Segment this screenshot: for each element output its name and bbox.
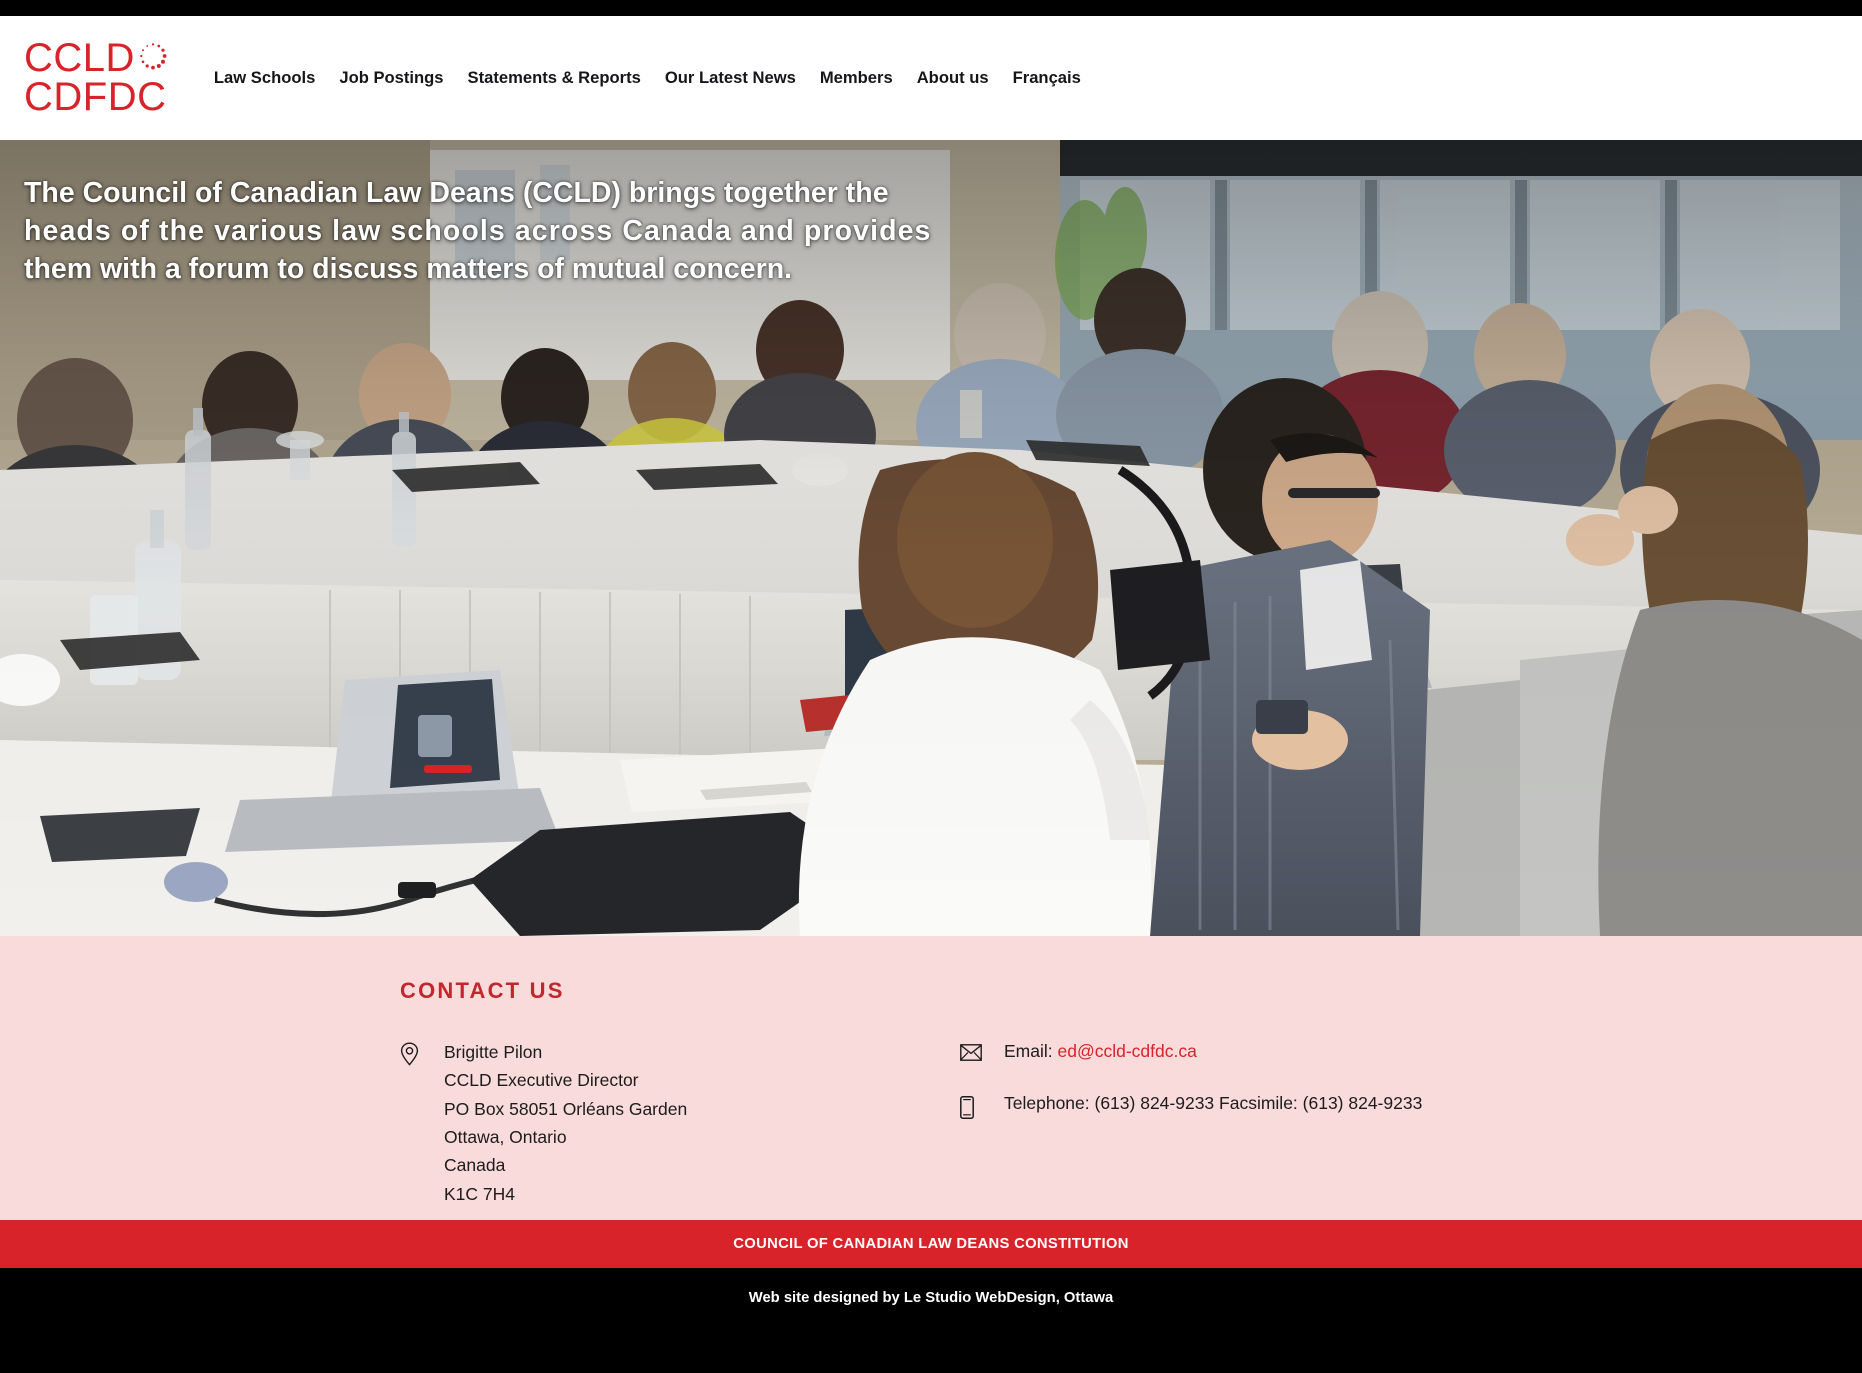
hero-headline-line1: The Council of Canadian Law Deans (CCLD)…	[24, 177, 889, 209]
address-line-1: Brigitte Pilon	[444, 1042, 543, 1062]
contact-address-block: Brigitte Pilon CCLD Executive Director P…	[400, 1038, 960, 1208]
email-row: Email: ed@ccld-cdfdc.ca	[960, 1040, 1422, 1066]
page-root: CCLD CDFDC Law Schools Job Postings Stat…	[0, 0, 1862, 1373]
nav-item-about-us[interactable]: About us	[905, 62, 1001, 94]
mobile-phone-icon	[960, 1092, 982, 1124]
contact-inner: CONTACT US Brigitte Pilon CCLD Executive…	[0, 936, 1862, 1208]
logo-top-row: CCLD	[24, 35, 168, 80]
contact-title: CONTACT US	[400, 978, 565, 1003]
site-header: CCLD CDFDC Law Schools Job Postings Stat…	[0, 16, 1862, 140]
email-label: Email:	[1004, 1041, 1053, 1061]
address-line-6: K1C 7H4	[444, 1183, 516, 1204]
logo-text-cdfdc: CDFDC	[24, 75, 167, 119]
nav-item-job-postings[interactable]: Job Postings	[327, 62, 455, 94]
main-navigation: Law Schools Job Postings Statements & Re…	[202, 62, 1093, 94]
contact-section: CONTACT US Brigitte Pilon CCLD Executive…	[0, 936, 1862, 1220]
telephone-text: Telephone: (613) 824-9233 Facsimile: (61…	[1004, 1093, 1423, 1113]
address-lines: Brigitte Pilon CCLD Executive Director P…	[444, 1038, 687, 1208]
email-link[interactable]: ed@ccld-cdfdc.ca	[1058, 1041, 1197, 1061]
logo-text-ccld: CCLD	[24, 35, 135, 80]
nav-item-our-latest-news[interactable]: Our Latest News	[653, 62, 808, 94]
nav-item-statements-reports[interactable]: Statements & Reports	[456, 62, 653, 94]
hero-headline: The Council of Canadian Law Deans (CCLD)…	[24, 174, 1054, 289]
map-pin-icon	[400, 1038, 422, 1208]
constitution-link[interactable]: COUNCIL OF CANADIAN LAW DEANS CONSTITUTI…	[733, 1236, 1128, 1252]
nav-item-law-schools[interactable]: Law Schools	[202, 62, 327, 94]
nav-item-francais[interactable]: Français	[1001, 62, 1093, 94]
email-text: Email: ed@ccld-cdfdc.ca	[1004, 1040, 1197, 1063]
hero-headline-line3: them with a forum to discuss matters of …	[24, 253, 793, 286]
address-line-3: PO Box 58051 Orléans Garden	[444, 1098, 688, 1119]
envelope-icon	[960, 1040, 982, 1066]
contact-details-block: Email: ed@ccld-cdfdc.ca Telephone: (613)…	[960, 1038, 1422, 1208]
contact-columns: Brigitte Pilon CCLD Executive Director P…	[400, 1038, 1862, 1208]
site-logo[interactable]: CCLD CDFDC	[24, 35, 168, 119]
address-line-5: Canada	[444, 1155, 506, 1176]
top-black-strip	[0, 0, 1862, 16]
hero-headline-line2: heads of the various law schools across …	[24, 215, 932, 248]
address-line-4: Ottawa, Ontario	[444, 1127, 567, 1148]
nav-item-members[interactable]: Members	[808, 62, 905, 94]
dotted-circle-icon	[138, 41, 168, 71]
site-footer: Web site designed by Le Studio WebDesign…	[0, 1268, 1862, 1373]
address-line-2: CCLD Executive Director	[444, 1070, 639, 1091]
footer-credit: Web site designed by Le Studio WebDesign…	[748, 1290, 1114, 1306]
constitution-bar: COUNCIL OF CANADIAN LAW DEANS CONSTITUTI…	[0, 1220, 1862, 1268]
telephone-row: Telephone: (613) 824-9233 Facsimile: (61…	[960, 1092, 1422, 1124]
hero-banner: The Council of Canadian Law Deans (CCLD)…	[0, 140, 1862, 936]
